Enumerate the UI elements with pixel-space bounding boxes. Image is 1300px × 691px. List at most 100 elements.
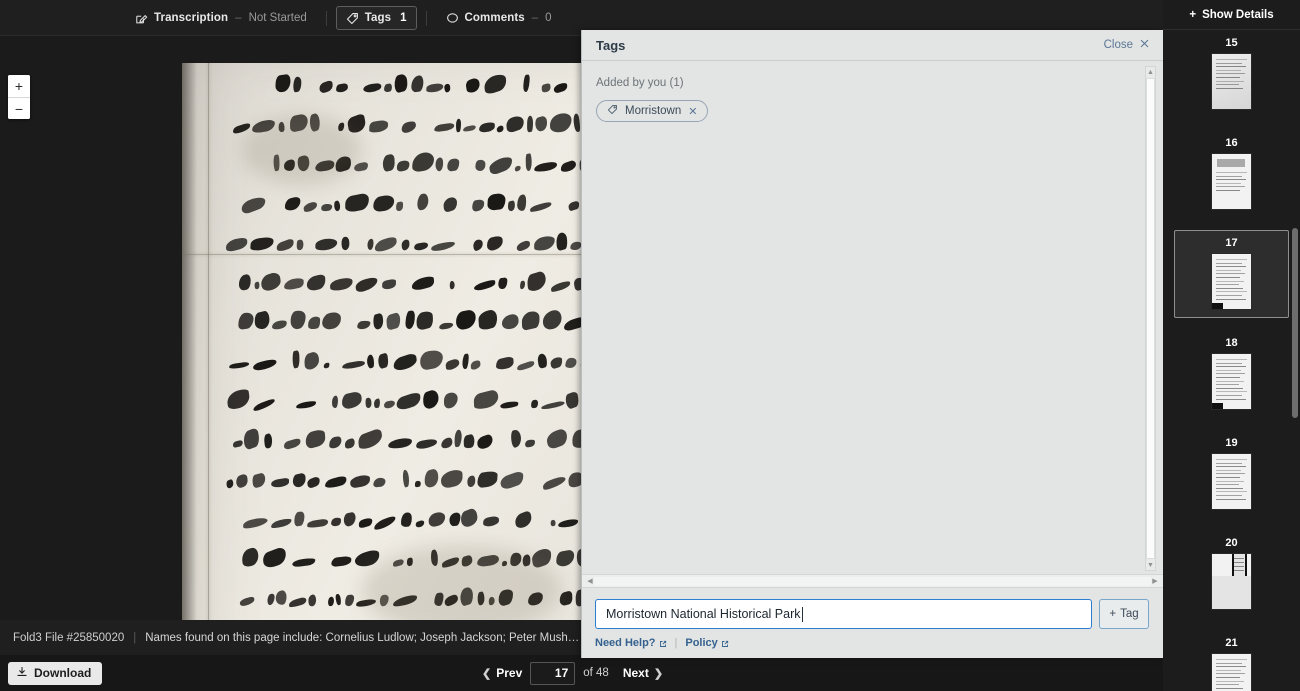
file-id: Fold3 File #25850020 bbox=[13, 631, 125, 644]
chevron-right-icon: ❯ bbox=[653, 667, 664, 680]
thumbnail-image bbox=[1212, 354, 1251, 409]
thumbnail-page-21[interactable]: 21 bbox=[1174, 630, 1289, 691]
tag-input-value: Morristown National Historical Park bbox=[606, 607, 801, 621]
external-link-icon bbox=[721, 639, 729, 647]
next-page-button[interactable]: Next ❯ bbox=[623, 666, 663, 680]
thumbnail-image bbox=[1212, 654, 1251, 691]
need-help-link[interactable]: Need Help? bbox=[595, 637, 667, 649]
thumbnail-page-number: 21 bbox=[1225, 637, 1238, 649]
page-fold-vertical bbox=[208, 63, 209, 649]
thumbnail-page-number: 19 bbox=[1225, 437, 1238, 449]
thumbnail-page-18[interactable]: 18 bbox=[1174, 330, 1289, 418]
scroll-right-arrow-icon[interactable]: ▶ bbox=[1149, 575, 1161, 587]
tab-comments-count: 0 bbox=[545, 12, 552, 24]
zoom-controls: + − bbox=[8, 75, 30, 119]
tab-transcription-status: Not Started bbox=[248, 12, 307, 24]
pencil-square-icon bbox=[135, 12, 148, 25]
add-tag-row: Morristown National Historical Park + Ta… bbox=[595, 599, 1149, 629]
zoom-out-button[interactable]: − bbox=[8, 97, 30, 119]
thumbnail-page-number: 20 bbox=[1225, 537, 1238, 549]
tag-icon bbox=[607, 104, 618, 118]
page-number-input[interactable]: 17 bbox=[530, 661, 576, 685]
text-caret bbox=[801, 606, 803, 622]
page-total-label: of 48 bbox=[583, 667, 609, 679]
plus-icon: + bbox=[1109, 608, 1117, 620]
thumbnail-page-17[interactable]: 17 bbox=[1174, 230, 1289, 318]
tags-horizontal-scrollbar[interactable]: ◀ ▶ bbox=[582, 574, 1163, 588]
thumbnail-page-number: 18 bbox=[1225, 337, 1238, 349]
page-navigation: ❮ Prev 17 of 48 Next ❯ bbox=[482, 655, 663, 691]
download-icon bbox=[16, 666, 28, 681]
external-link-icon bbox=[659, 639, 667, 647]
tags-panel-footer: Morristown National Historical Park + Ta… bbox=[582, 588, 1163, 658]
tab-transcription-label: Transcription bbox=[154, 12, 229, 24]
need-help-label: Need Help? bbox=[595, 637, 656, 649]
thumbnail-image bbox=[1212, 254, 1251, 309]
zoom-in-button[interactable]: + bbox=[8, 75, 30, 97]
scroll-down-arrow-icon[interactable]: ▼ bbox=[1146, 560, 1155, 570]
tag-icon bbox=[346, 12, 359, 25]
remove-tag-icon[interactable]: ✕ bbox=[688, 105, 697, 118]
close-icon bbox=[1139, 38, 1150, 52]
tab-comments-dash: – bbox=[531, 12, 539, 24]
scroll-up-arrow-icon[interactable]: ▲ bbox=[1146, 67, 1155, 77]
add-tag-button[interactable]: + Tag bbox=[1099, 599, 1149, 629]
tag-chip-label: Morristown bbox=[625, 105, 682, 117]
close-tags-panel-button[interactable]: Close bbox=[1104, 38, 1150, 52]
thumbnail-page-20[interactable]: 20 bbox=[1174, 530, 1289, 618]
tab-comments[interactable]: Comments – 0 bbox=[436, 6, 562, 30]
tags-scrollbar-thumb[interactable] bbox=[1146, 78, 1155, 559]
policy-label: Policy bbox=[685, 637, 718, 649]
tags-help-links: Need Help? | Policy bbox=[595, 637, 1149, 649]
close-label: Close bbox=[1103, 39, 1133, 51]
tab-tags-count: 1 bbox=[400, 12, 407, 24]
prev-page-button[interactable]: ❮ Prev bbox=[482, 666, 522, 680]
viewer-bottom-toolbar: Download ❮ Prev 17 of 48 Next ❯ bbox=[0, 655, 1163, 691]
tab-comments-label: Comments bbox=[464, 12, 525, 24]
names-on-page: Names found on this page include: Cornel… bbox=[145, 631, 580, 644]
fold3-document-viewer: Transcription – Not Started Tags 1 Comme… bbox=[0, 0, 1300, 691]
thumbnail-page-15[interactable]: 15 bbox=[1174, 30, 1289, 118]
tab-divider-2 bbox=[425, 10, 427, 26]
show-details-button[interactable]: + Show Details bbox=[1163, 0, 1300, 30]
prev-label: Prev bbox=[496, 666, 523, 680]
thumbnail-page-number: 16 bbox=[1225, 137, 1238, 149]
plus-icon: + bbox=[1189, 8, 1197, 21]
tags-hscrollbar-track[interactable] bbox=[594, 577, 1151, 586]
download-label: Download bbox=[34, 666, 92, 680]
tag-chip-morristown[interactable]: Morristown ✕ bbox=[596, 100, 709, 122]
thumbnail-page-number: 17 bbox=[1225, 237, 1238, 249]
thumbnail-image bbox=[1212, 454, 1251, 509]
tags-panel: Tags Close Added by you (1) Morristown ✕… bbox=[581, 30, 1163, 658]
tags-panel-body: Added by you (1) Morristown ✕ ▲ ▼ bbox=[582, 61, 1163, 574]
thumbnail-list[interactable]: 15 16 17 18 19 20 21 bbox=[1163, 30, 1300, 691]
chevron-left-icon: ❮ bbox=[482, 667, 492, 680]
thumbnail-image bbox=[1212, 154, 1251, 209]
show-details-label: Show Details bbox=[1202, 8, 1274, 21]
info-separator: | bbox=[133, 631, 137, 644]
thumbnail-page-19[interactable]: 19 bbox=[1174, 430, 1289, 518]
tags-panel-header: Tags Close bbox=[582, 30, 1163, 61]
tags-vertical-scrollbar[interactable]: ▲ ▼ bbox=[1145, 66, 1156, 571]
tags-panel-title: Tags bbox=[596, 37, 626, 53]
thumbnail-page-16[interactable]: 16 bbox=[1174, 130, 1289, 218]
tag-input-field[interactable]: Morristown National Historical Park bbox=[595, 599, 1092, 629]
download-button[interactable]: Download bbox=[8, 661, 103, 685]
thumbnail-sidebar: + Show Details 15 16 17 18 19 20 21 bbox=[1163, 0, 1300, 691]
help-link-separator: | bbox=[674, 637, 678, 649]
next-label: Next bbox=[622, 666, 649, 680]
thumbnail-page-number: 15 bbox=[1225, 37, 1238, 49]
page-edge-shadow bbox=[182, 63, 197, 649]
thumbnail-image bbox=[1212, 554, 1251, 609]
tab-tags-label: Tags bbox=[364, 12, 392, 24]
sidebar-scrollbar-thumb[interactable] bbox=[1292, 228, 1298, 418]
added-by-you-label: Added by you (1) bbox=[596, 77, 684, 89]
page-stain bbox=[242, 115, 362, 185]
comment-icon bbox=[446, 12, 459, 25]
policy-link[interactable]: Policy bbox=[685, 637, 728, 649]
tab-tags[interactable]: Tags 1 bbox=[335, 6, 417, 30]
tab-transcription-dash: – bbox=[235, 12, 242, 24]
tab-transcription[interactable]: Transcription – Not Started bbox=[125, 6, 317, 30]
thumbnail-image bbox=[1212, 54, 1251, 109]
tab-divider-1 bbox=[325, 10, 327, 26]
